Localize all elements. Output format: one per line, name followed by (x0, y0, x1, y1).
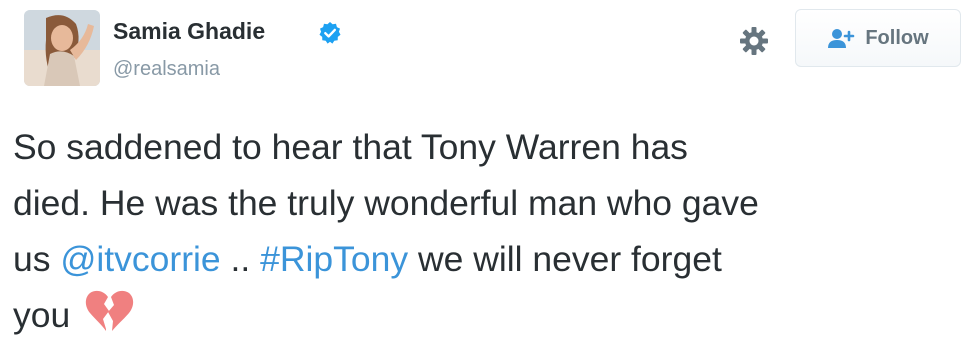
tweet-text-segment: you (13, 295, 71, 335)
mention-link[interactable]: @itvcorrie (60, 239, 220, 279)
avatar[interactable] (24, 10, 100, 86)
tweet-line-3: us @itvcorrie .. #RipTony we will never … (13, 231, 968, 287)
add-user-icon (828, 29, 855, 48)
user-handle[interactable]: @realsamia (113, 58, 220, 81)
gear-icon[interactable] (739, 26, 769, 56)
tweet-text-segment: .. (220, 239, 261, 279)
verified-badge-icon (319, 22, 341, 44)
tweet-text-segment: us (13, 239, 61, 279)
follow-button-label: Follow (865, 26, 929, 49)
tweet-line-2: died. He was the truly wonderful man who… (13, 183, 759, 223)
tweet-text: So saddened to hear that Tony Warren has… (13, 119, 968, 343)
follow-button[interactable]: Follow (795, 9, 961, 67)
hashtag-link[interactable]: #RipTony (260, 239, 408, 279)
tweet-line-4: you (13, 287, 968, 343)
avatar-image (24, 10, 100, 86)
broken-heart-icon (86, 290, 134, 331)
display-name[interactable]: Samia Ghadie (113, 18, 265, 45)
tweet-line-1: So saddened to hear that Tony Warren has (13, 127, 688, 167)
tweet-text-segment: we will never forget (408, 239, 722, 279)
